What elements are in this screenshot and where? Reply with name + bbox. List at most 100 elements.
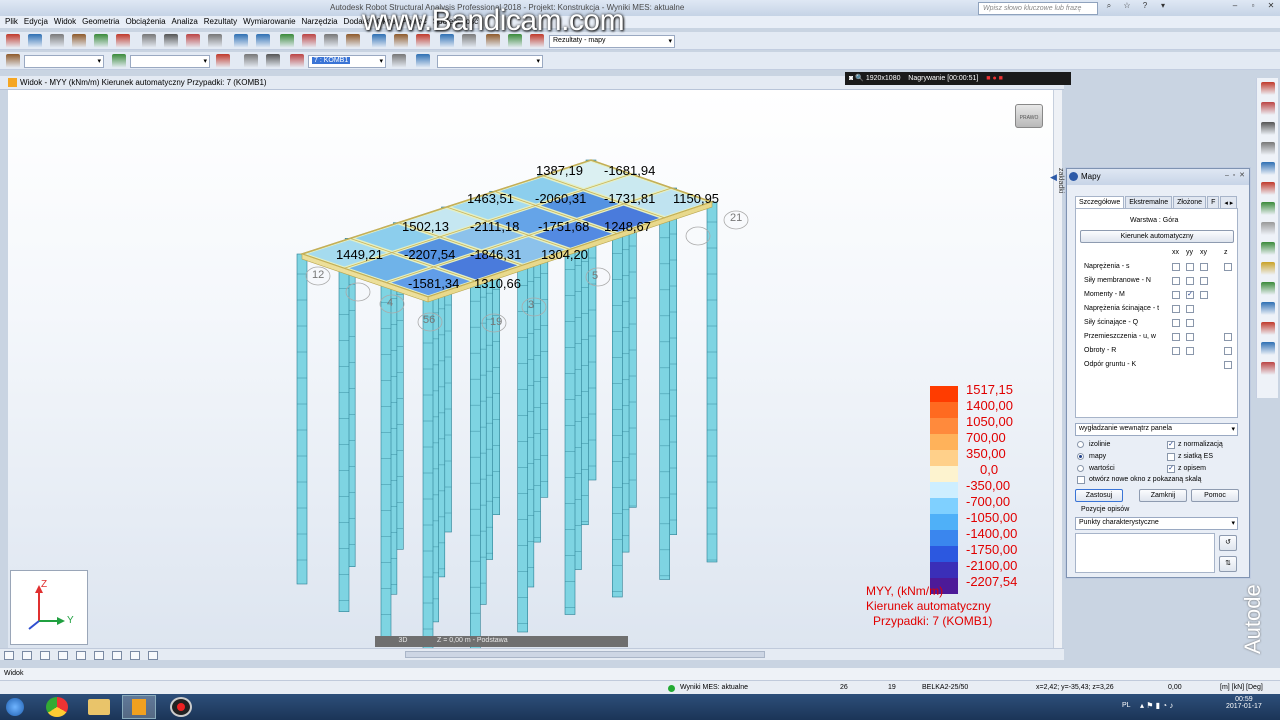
map-option-checkbox[interactable] bbox=[1172, 347, 1180, 355]
toolbar-tool-icon[interactable] bbox=[266, 54, 280, 68]
apply-button[interactable]: Zastosuj bbox=[1075, 489, 1123, 502]
map-option-checkbox[interactable]: ✓ bbox=[1186, 291, 1194, 299]
collapse-arrow-icon[interactable]: ◀ bbox=[1050, 172, 1057, 183]
chrome-icon[interactable] bbox=[46, 697, 68, 717]
toolbar-tool-icon[interactable] bbox=[72, 34, 86, 48]
map-option-checkbox[interactable] bbox=[1172, 333, 1180, 341]
help-icon[interactable]: ? bbox=[1136, 1, 1154, 14]
toolbar-tool-icon[interactable] bbox=[164, 34, 178, 48]
map-option-checkbox[interactable] bbox=[1200, 263, 1208, 271]
right-toolbar-icon[interactable] bbox=[1261, 242, 1275, 255]
viewcube[interactable]: PRAWO bbox=[1015, 104, 1043, 128]
view-tool-icon[interactable] bbox=[4, 651, 14, 660]
right-toolbar-icon[interactable] bbox=[1261, 162, 1275, 175]
tray-icons[interactable]: ▴ ⚑ ▮ ◔ ♪ bbox=[1140, 701, 1173, 710]
toolbar-tool-icon[interactable] bbox=[6, 54, 20, 68]
close-dialog-button[interactable]: Zamknij bbox=[1139, 489, 1187, 502]
right-toolbar-icon[interactable] bbox=[1261, 222, 1275, 235]
dropdown-icon[interactable]: ▾ bbox=[1154, 1, 1172, 14]
map-option-checkbox[interactable] bbox=[1172, 277, 1180, 285]
view-mode[interactable]: 3D bbox=[375, 636, 431, 647]
toolbar-tool-icon[interactable] bbox=[416, 54, 430, 68]
map-option-checkbox[interactable] bbox=[1186, 305, 1194, 313]
maximize-button[interactable]: ▫ bbox=[1244, 1, 1262, 14]
view-tool-icon[interactable] bbox=[40, 651, 50, 660]
map-option-checkbox[interactable] bbox=[1224, 333, 1232, 341]
display-option-checkbox[interactable]: ✓ bbox=[1167, 465, 1175, 473]
selection-combo[interactable]: ▾ bbox=[24, 55, 104, 68]
right-toolbar-icon[interactable] bbox=[1261, 182, 1275, 195]
menu-item-2[interactable]: Widok bbox=[53, 16, 81, 28]
view-tool-icon[interactable] bbox=[94, 651, 104, 660]
map-option-checkbox[interactable] bbox=[1172, 319, 1180, 327]
toolbar-tool-icon[interactable] bbox=[324, 34, 338, 48]
binoculars-icon[interactable]: ⌕ bbox=[1100, 1, 1118, 14]
toolbar-tool-icon[interactable] bbox=[94, 34, 108, 48]
menu-item-7[interactable]: Wymiarowanie bbox=[242, 16, 300, 28]
new-window-checkbox[interactable] bbox=[1077, 476, 1085, 484]
menu-item-8[interactable]: Narzędzia bbox=[301, 16, 343, 28]
view-tool-icon[interactable] bbox=[130, 651, 140, 660]
right-toolbar-icon[interactable] bbox=[1261, 282, 1275, 295]
toolbar-tool-icon[interactable] bbox=[302, 34, 316, 48]
smoothing-combo[interactable]: wygładzanie wewnątrz panela ▾ bbox=[1075, 423, 1238, 436]
robot-taskbar-button[interactable] bbox=[122, 695, 156, 719]
toolbar-tool-icon[interactable] bbox=[244, 54, 258, 68]
toolbar-tool-icon[interactable] bbox=[208, 34, 222, 48]
view-tool-icon[interactable] bbox=[148, 651, 158, 660]
menu-item-6[interactable]: Rezultaty bbox=[203, 16, 242, 28]
toolbar-tool-icon[interactable] bbox=[142, 34, 156, 48]
map-option-checkbox[interactable] bbox=[1224, 361, 1232, 369]
model-viewport[interactable] bbox=[8, 90, 1053, 648]
map-option-checkbox[interactable] bbox=[1186, 277, 1194, 285]
explorer-icon[interactable] bbox=[88, 699, 110, 715]
display-option-checkbox[interactable]: ✓ bbox=[1167, 441, 1175, 449]
toolbar-tool-icon[interactable] bbox=[116, 34, 130, 48]
description-list[interactable] bbox=[1075, 533, 1215, 573]
clock[interactable]: 00:59 2017-01-17 bbox=[1226, 696, 1262, 710]
display-mode-radio[interactable] bbox=[1077, 465, 1084, 472]
auto-direction-button[interactable]: Kierunek automatyczny bbox=[1080, 230, 1234, 243]
toolbar-tool-icon[interactable] bbox=[186, 34, 200, 48]
toolbar-tool-icon[interactable] bbox=[346, 34, 360, 48]
map-option-checkbox[interactable] bbox=[1186, 263, 1194, 271]
bar-selection-combo[interactable]: ▾ bbox=[130, 55, 210, 68]
toolbar-tool-icon[interactable] bbox=[234, 34, 248, 48]
right-toolbar-icon[interactable] bbox=[1261, 122, 1275, 135]
language-indicator[interactable]: PL bbox=[1122, 702, 1131, 709]
map-option-checkbox[interactable] bbox=[1186, 347, 1194, 355]
menu-item-4[interactable]: Obciążenia bbox=[125, 16, 171, 28]
map-option-checkbox[interactable] bbox=[1186, 319, 1194, 327]
menu-item-0[interactable]: Plik bbox=[4, 16, 23, 28]
toolbar-tool-icon[interactable] bbox=[256, 34, 270, 48]
right-toolbar-icon[interactable] bbox=[1261, 202, 1275, 215]
map-option-checkbox[interactable] bbox=[1224, 347, 1232, 355]
toolbar-tool-icon[interactable] bbox=[280, 34, 294, 48]
right-toolbar-icon[interactable] bbox=[1261, 322, 1275, 335]
reset-icon[interactable]: ↺ bbox=[1219, 535, 1237, 551]
right-toolbar-icon[interactable] bbox=[1261, 302, 1275, 315]
right-toolbar-icon[interactable] bbox=[1261, 362, 1275, 375]
map-option-checkbox[interactable] bbox=[1200, 277, 1208, 285]
right-toolbar-icon[interactable] bbox=[1261, 342, 1275, 355]
help-button[interactable]: Pomoc bbox=[1191, 489, 1239, 502]
map-option-checkbox[interactable] bbox=[1172, 291, 1180, 299]
map-option-checkbox[interactable] bbox=[1172, 305, 1180, 313]
menu-item-3[interactable]: Geometria bbox=[81, 16, 124, 28]
right-toolbar-icon[interactable] bbox=[1261, 262, 1275, 275]
menu-item-1[interactable]: Edycja bbox=[23, 16, 53, 28]
start-button[interactable] bbox=[6, 698, 24, 716]
toolbar-tool-icon[interactable] bbox=[290, 54, 304, 68]
record-stop-icon[interactable]: ■ ● ■ bbox=[986, 75, 1003, 82]
display-mode-radio[interactable] bbox=[1077, 441, 1084, 448]
mapy-window-controls[interactable]: – ▫ ✕ bbox=[1225, 171, 1245, 179]
minimize-button[interactable]: – bbox=[1226, 1, 1244, 14]
menu-item-5[interactable]: Analiza bbox=[171, 16, 203, 28]
map-option-checkbox[interactable] bbox=[1172, 263, 1180, 271]
bandicam-icon[interactable] bbox=[170, 697, 192, 717]
view-tool-icon[interactable] bbox=[76, 651, 86, 660]
view-tool-icon[interactable] bbox=[22, 651, 32, 660]
case-list-combo[interactable]: ▾ bbox=[437, 55, 543, 68]
toolbar-tool-icon[interactable] bbox=[112, 54, 126, 68]
toolbar-tool-icon[interactable] bbox=[50, 34, 64, 48]
